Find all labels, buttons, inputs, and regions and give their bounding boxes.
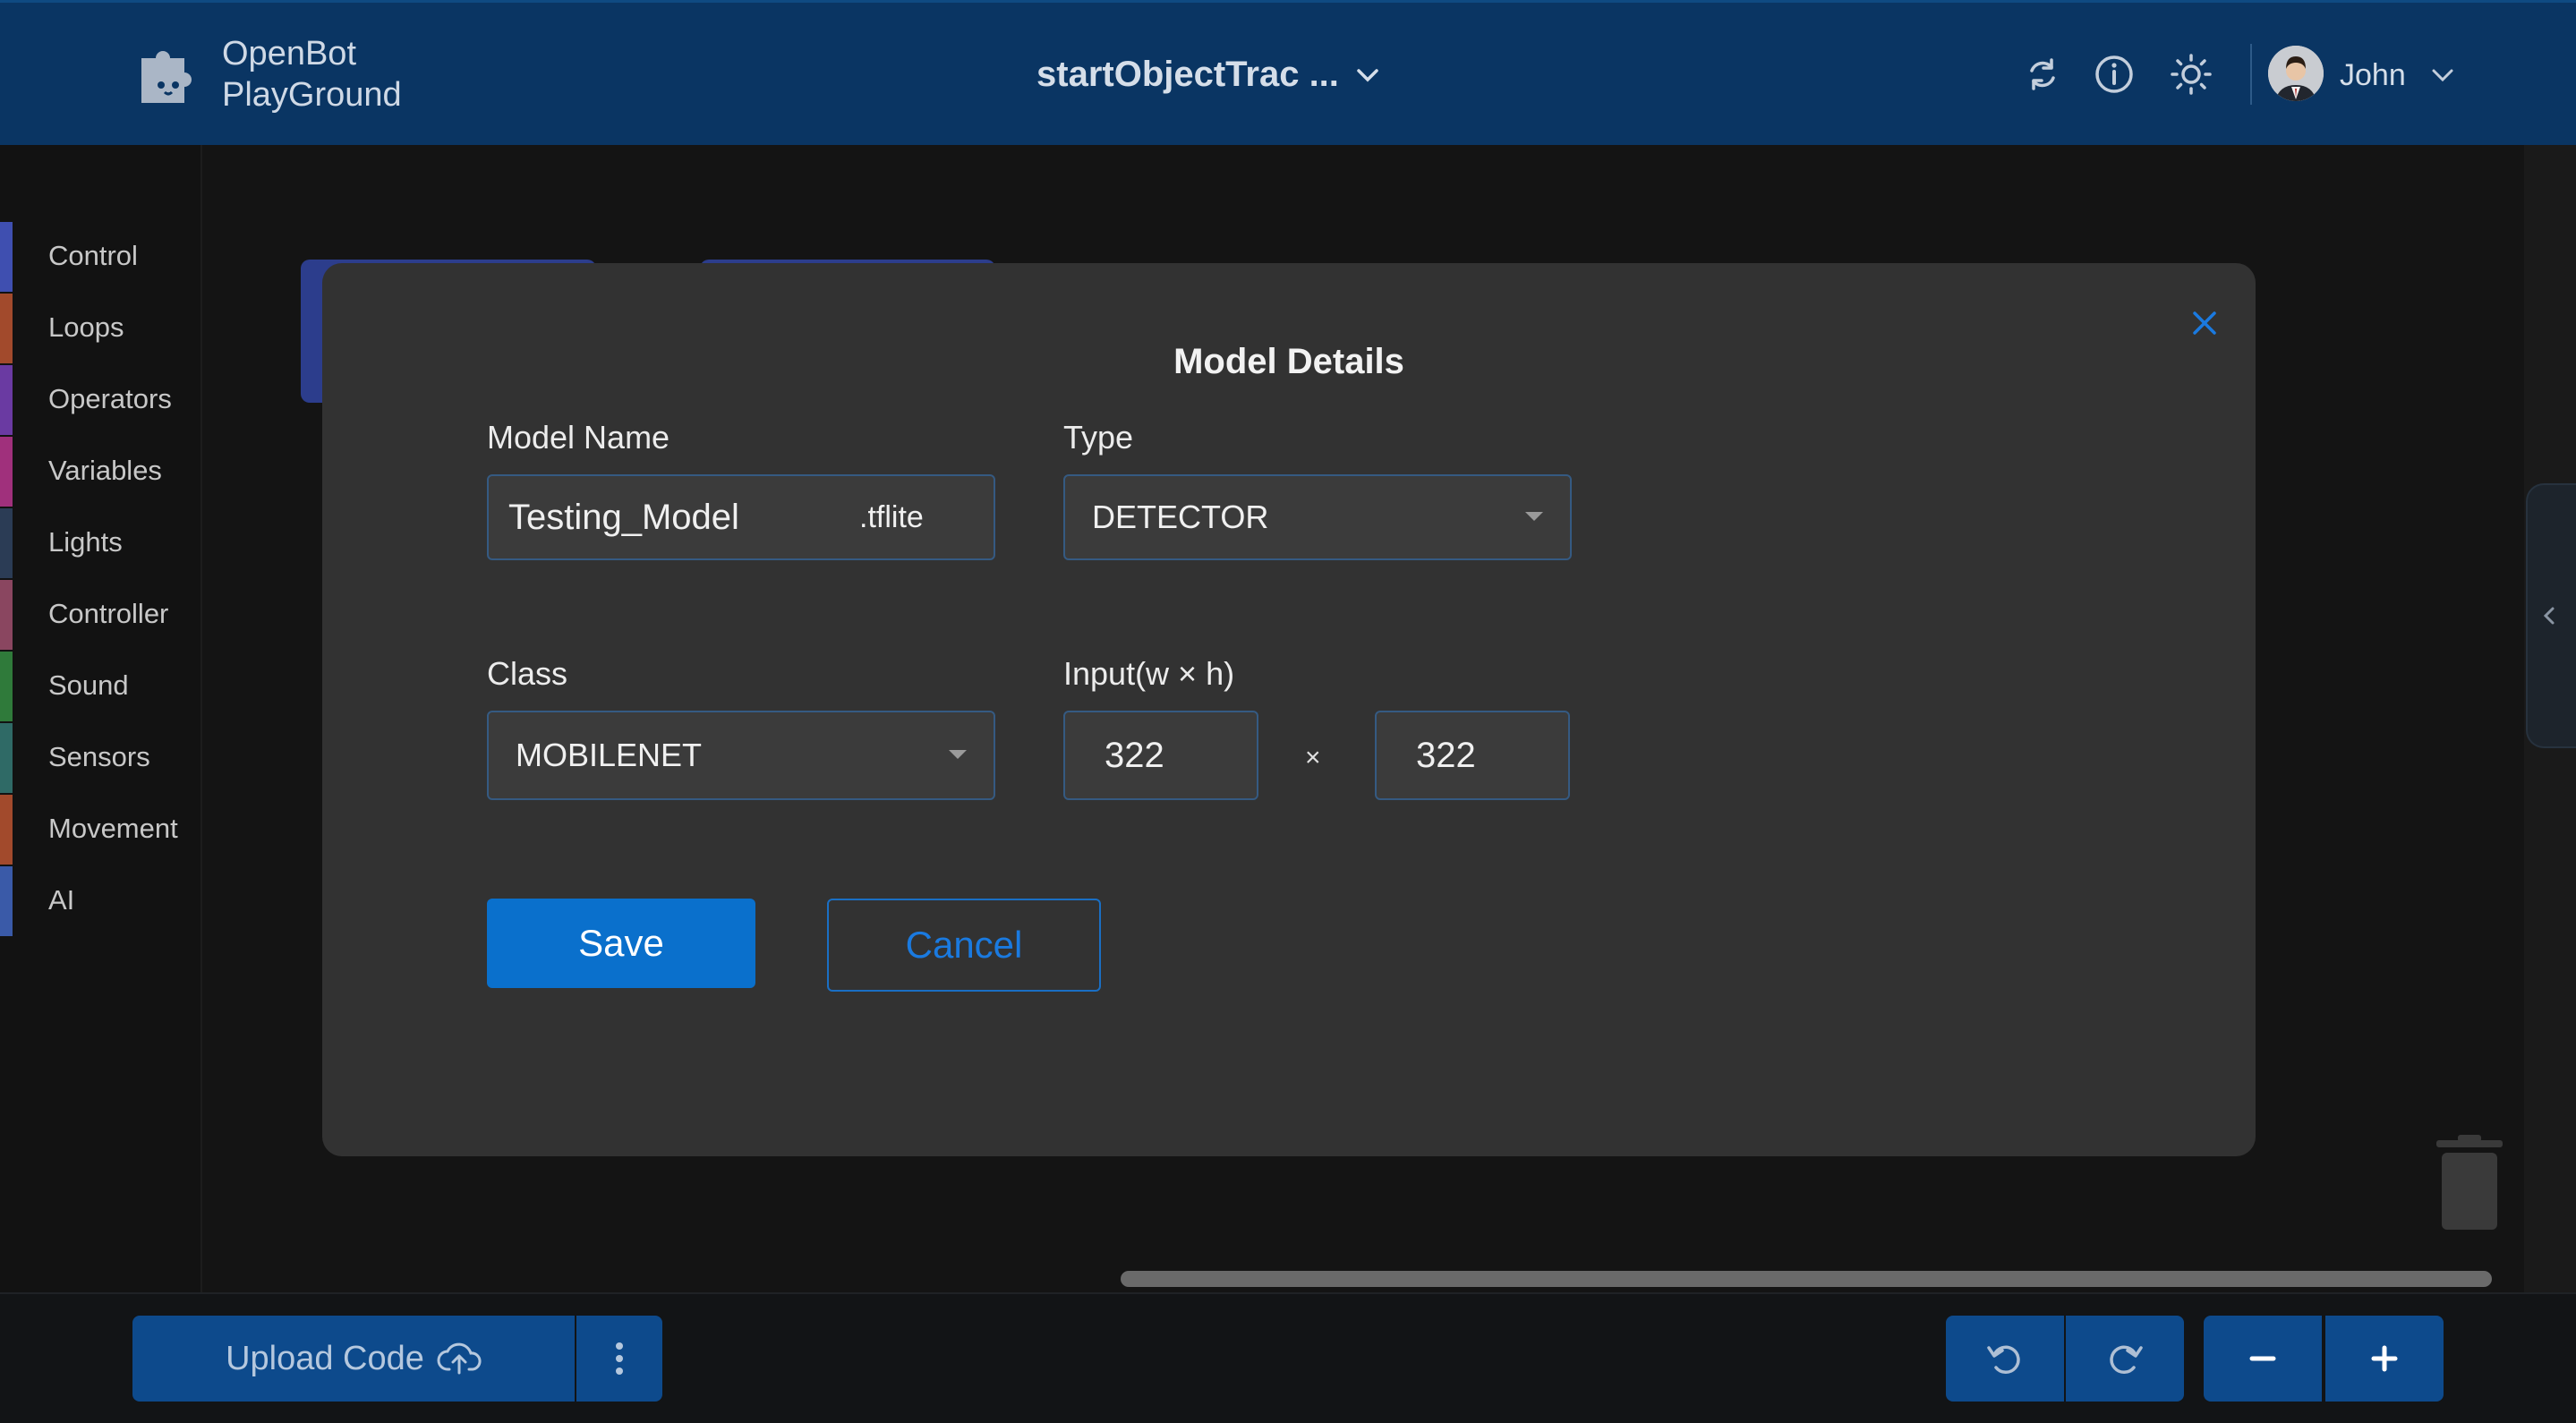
category-color-bar <box>0 508 13 578</box>
dropdown-arrow-icon <box>949 750 967 759</box>
input-height-value: 322 <box>1416 735 1476 775</box>
category-variables[interactable]: Variables <box>0 437 200 507</box>
zoom-out-icon <box>2249 1356 2276 1361</box>
category-label: Sensors <box>48 741 150 772</box>
upload-code-label: Upload Code <box>226 1339 424 1377</box>
chevron-down-icon <box>1357 68 1378 81</box>
zoom-in-button[interactable] <box>2325 1316 2444 1402</box>
category-sidebar: Control Loops Operators Variables Lights… <box>0 145 202 1292</box>
category-control[interactable]: Control <box>0 222 200 292</box>
class-select[interactable]: MOBILENET <box>487 711 995 800</box>
category-color-bar <box>0 437 13 507</box>
top-header: OpenBot PlayGround startObjectTrac ... J… <box>0 0 2576 145</box>
category-label: Controller <box>48 598 169 629</box>
category-label: AI <box>48 884 75 916</box>
input-width-value: 322 <box>1105 735 1164 775</box>
type-select[interactable]: DETECTOR <box>1063 474 1572 560</box>
category-color-bar <box>0 652 13 721</box>
chevron-down-icon[interactable] <box>2429 62 2456 89</box>
undo-icon <box>1987 1345 2020 1375</box>
close-icon[interactable] <box>2184 302 2225 344</box>
save-button[interactable]: Save <box>487 899 755 988</box>
user-avatar[interactable] <box>2268 46 2324 101</box>
category-label: Variables <box>48 455 162 486</box>
undo-button[interactable] <box>1946 1316 2064 1402</box>
category-color-bar <box>0 365 13 435</box>
model-extension: .tflite <box>859 499 924 534</box>
chevron-left-icon[interactable] <box>2537 601 2562 630</box>
category-label: Loops <box>48 311 124 343</box>
category-label: Lights <box>48 526 123 558</box>
redo-button[interactable] <box>2066 1316 2184 1402</box>
category-operators[interactable]: Operators <box>0 365 200 435</box>
sync-icon[interactable] <box>2021 53 2064 96</box>
upload-code-button[interactable]: Upload Code <box>132 1316 575 1402</box>
category-label: Sound <box>48 669 129 701</box>
class-label: Class <box>487 655 568 692</box>
dialog-title: Model Details <box>1173 342 1404 381</box>
category-loops[interactable]: Loops <box>0 294 200 363</box>
category-color-bar <box>0 222 13 292</box>
model-name-label: Model Name <box>487 419 670 456</box>
puzzle-logo-icon[interactable] <box>134 38 206 110</box>
header-divider <box>2250 44 2252 105</box>
info-icon[interactable] <box>2093 53 2136 96</box>
category-label: Movement <box>48 813 178 844</box>
horizontal-scrollbar[interactable] <box>1121 1271 2492 1287</box>
upload-cloud-icon <box>437 1342 482 1375</box>
category-controller[interactable]: Controller <box>0 580 200 650</box>
redo-icon <box>2110 1345 2143 1375</box>
category-color-bar <box>0 866 13 936</box>
category-sound[interactable]: Sound <box>0 652 200 721</box>
sun-icon[interactable] <box>2170 53 2213 96</box>
category-color-bar <box>0 795 13 865</box>
class-value: MOBILENET <box>516 737 703 773</box>
more-vertical-icon <box>616 1342 623 1375</box>
category-label: Operators <box>48 383 172 414</box>
brand-line1: OpenBot <box>222 35 356 72</box>
project-name: startObjectTrac ... <box>1036 55 1339 94</box>
type-value: DETECTOR <box>1092 498 1269 535</box>
user-name[interactable]: John <box>2340 58 2406 93</box>
category-color-bar <box>0 723 13 793</box>
zoom-in-icon <box>2371 1345 2398 1372</box>
input-height-field[interactable]: 322 <box>1375 711 1570 800</box>
category-label: Control <box>48 240 138 271</box>
times-sign: × <box>1305 743 1321 772</box>
input-size-label: Input(w × h) <box>1063 655 1235 692</box>
category-movement[interactable]: Movement <box>0 795 200 865</box>
brand-name[interactable]: OpenBot PlayGround <box>222 33 402 115</box>
cancel-button[interactable]: Cancel <box>827 899 1101 992</box>
type-label: Type <box>1063 419 1134 456</box>
category-color-bar <box>0 294 13 363</box>
input-width-field[interactable]: 322 <box>1063 711 1258 800</box>
category-ai[interactable]: AI <box>0 866 200 936</box>
category-lights[interactable]: Lights <box>0 508 200 578</box>
trash-icon[interactable] <box>2433 1135 2506 1233</box>
brand-line2: PlayGround <box>222 76 402 114</box>
zoom-out-button[interactable] <box>2204 1316 2322 1402</box>
project-name-dropdown[interactable]: startObjectTrac ... <box>1036 55 1382 95</box>
category-color-bar <box>0 580 13 650</box>
dropdown-arrow-icon <box>1525 512 1543 521</box>
more-options-button[interactable] <box>576 1316 662 1402</box>
model-name-input[interactable]: Testing_Model .tflite <box>487 474 995 560</box>
model-name-value: Testing_Model <box>508 497 739 537</box>
model-details-dialog: Model Details Model Name Testing_Model .… <box>322 263 2256 1156</box>
category-sensors[interactable]: Sensors <box>0 723 200 793</box>
